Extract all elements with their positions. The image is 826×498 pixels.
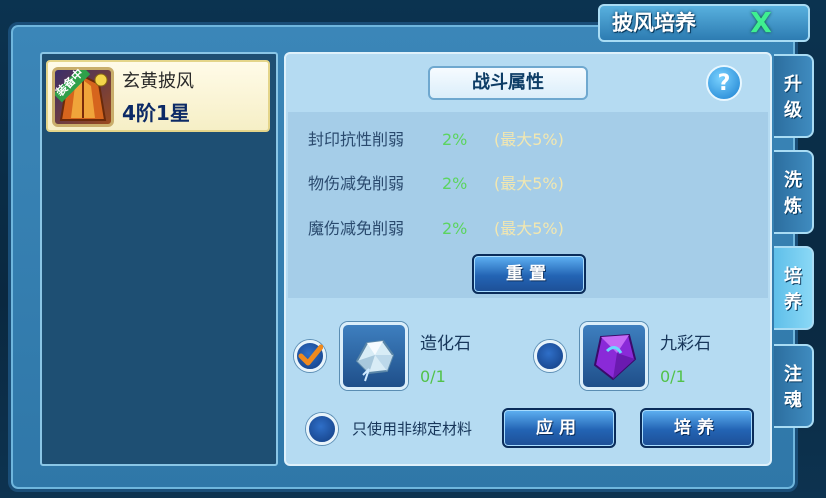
tab-label: 洗炼 <box>784 170 802 217</box>
purple-gem-icon <box>580 322 648 390</box>
stat-max: (最大5%) <box>494 174 564 193</box>
stat-name: 封印抗性削弱 <box>308 130 405 149</box>
material-checkbox-2[interactable] <box>534 340 566 372</box>
apply-button[interactable]: 应用 <box>502 408 616 448</box>
reset-button[interactable]: 重置 <box>472 254 586 294</box>
stat-value: 2% <box>442 130 468 149</box>
checkmark-icon <box>298 344 323 366</box>
material-checkbox-1[interactable] <box>294 340 326 372</box>
tab-label: 注魂 <box>784 364 802 411</box>
tab-refine[interactable]: 洗炼 <box>774 150 814 234</box>
material-count: 0/1 <box>660 367 686 386</box>
close-button[interactable]: X <box>744 8 778 38</box>
tab-upgrade[interactable]: 升级 <box>774 54 814 138</box>
tab-label: 培养 <box>784 266 802 313</box>
tab-label: 升级 <box>784 74 802 121</box>
help-button[interactable]: ? <box>706 65 742 101</box>
stat-max: (最大5%) <box>494 219 564 238</box>
cultivate-button[interactable]: 培养 <box>640 408 754 448</box>
tab-soul[interactable]: 注魂 <box>774 344 814 428</box>
stat-value: 2% <box>442 174 468 193</box>
only-unbound-label: 只使用非绑定材料 <box>352 420 473 438</box>
material-name: 九彩石 <box>660 334 711 354</box>
item-name: 玄黄披风 <box>122 71 194 92</box>
stat-value: 2% <box>442 219 468 238</box>
section-title: 战斗属性 <box>472 72 544 93</box>
crystal-stone-icon <box>340 322 408 390</box>
material-name: 造化石 <box>420 334 471 354</box>
stat-name: 物伤减免削弱 <box>308 174 405 193</box>
item-grade: 4阶1星 <box>122 101 190 125</box>
material-count: 0/1 <box>420 367 446 386</box>
stat-name: 魔伤减免削弱 <box>308 219 405 238</box>
tab-cultivate[interactable]: 培养 <box>774 246 814 330</box>
stat-max: (最大5%) <box>494 130 564 149</box>
window-title: 披风培养 <box>612 11 696 35</box>
only-unbound-checkbox[interactable] <box>306 413 338 445</box>
